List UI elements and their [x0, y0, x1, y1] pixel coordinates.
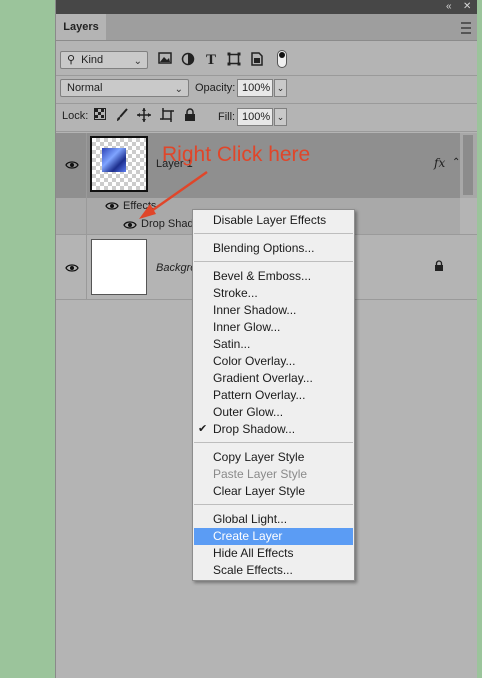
menu-item-hide-all-effects[interactable]: Hide All Effects — [194, 545, 353, 562]
menu-item-copy-layer-style[interactable]: Copy Layer Style — [194, 449, 353, 466]
menu-separator — [194, 442, 353, 443]
menu-item-outer-glow[interactable]: Outer Glow... — [194, 404, 353, 421]
menu-item-pattern-overlay[interactable]: Pattern Overlay... — [194, 387, 353, 404]
menu-item-bevel-emboss[interactable]: Bevel & Emboss... — [194, 268, 353, 285]
layer-style-context-menu: Disable Layer Effects Blending Options...… — [192, 209, 355, 581]
menu-item-satin[interactable]: Satin... — [194, 336, 353, 353]
menu-item-paste-layer-style: Paste Layer Style — [194, 466, 353, 483]
menu-item-label: Inner Glow... — [213, 320, 281, 334]
menu-item-label: Drop Shadow... — [213, 422, 296, 436]
menu-item-blending-options[interactable]: Blending Options... — [194, 240, 353, 257]
menu-item-inner-glow[interactable]: Inner Glow... — [194, 319, 353, 336]
menu-item-label: Clear Layer Style — [213, 484, 306, 498]
menu-item-label: Hide All Effects — [213, 546, 294, 560]
menu-item-create-layer[interactable]: Create Layer — [194, 528, 353, 545]
menu-item-global-light[interactable]: Global Light... — [194, 511, 353, 528]
menu-item-label: Outer Glow... — [213, 405, 284, 419]
menu-item-label: Gradient Overlay... — [213, 371, 313, 385]
menu-item-label: Copy Layer Style — [213, 450, 305, 464]
menu-item-disable-layer-effects[interactable]: Disable Layer Effects — [194, 212, 353, 229]
menu-item-label: Blending Options... — [213, 241, 315, 255]
menu-item-label: Disable Layer Effects — [213, 213, 327, 227]
menu-item-clear-layer-style[interactable]: Clear Layer Style — [194, 483, 353, 500]
menu-item-label: Stroke... — [213, 286, 258, 300]
menu-item-label: Scale Effects... — [213, 563, 293, 577]
menu-item-stroke[interactable]: Stroke... — [194, 285, 353, 302]
menu-item-scale-effects[interactable]: Scale Effects... — [194, 562, 353, 579]
menu-separator — [194, 233, 353, 234]
menu-item-inner-shadow[interactable]: Inner Shadow... — [194, 302, 353, 319]
menu-separator — [194, 261, 353, 262]
checkmark-icon: ✔ — [198, 423, 208, 435]
menu-item-label: Bevel & Emboss... — [213, 269, 312, 283]
menu-item-drop-shadow[interactable]: ✔ Drop Shadow... — [194, 421, 353, 438]
menu-item-color-overlay[interactable]: Color Overlay... — [194, 353, 353, 370]
menu-item-label: Satin... — [213, 337, 251, 351]
menu-item-label: Global Light... — [213, 512, 288, 526]
menu-item-label: Pattern Overlay... — [213, 388, 306, 402]
menu-item-label: Paste Layer Style — [213, 467, 308, 481]
menu-item-label: Create Layer — [213, 529, 283, 543]
menu-item-label: Inner Shadow... — [213, 303, 297, 317]
menu-item-label: Color Overlay... — [213, 354, 296, 368]
menu-separator — [194, 504, 353, 505]
menu-item-gradient-overlay[interactable]: Gradient Overlay... — [194, 370, 353, 387]
